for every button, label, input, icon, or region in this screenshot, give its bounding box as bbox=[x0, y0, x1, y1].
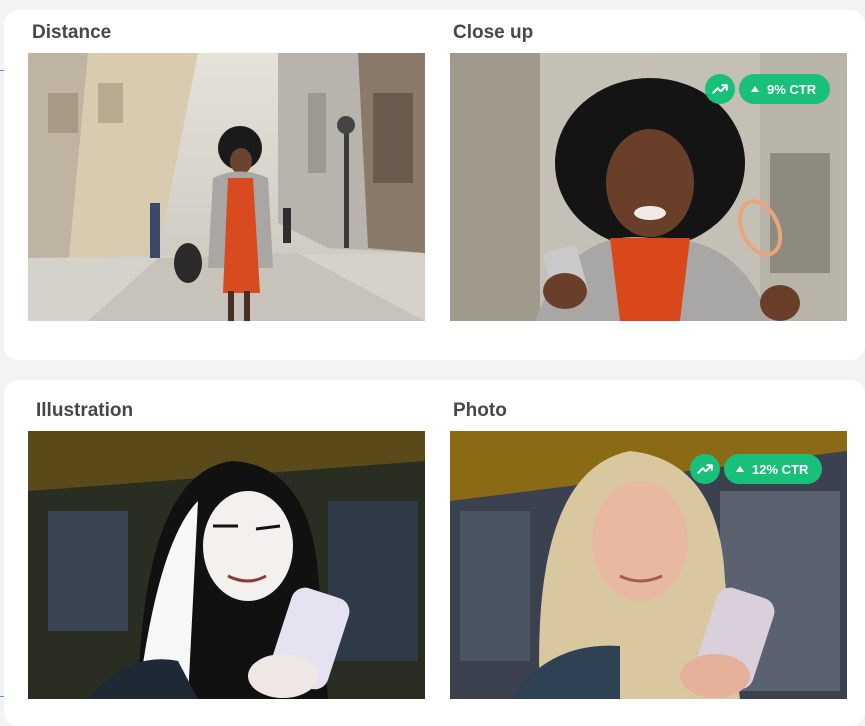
ctr-value: 9% CTR bbox=[767, 81, 817, 97]
illustration-image bbox=[28, 431, 425, 699]
variant-label-photo: Photo bbox=[453, 400, 507, 421]
trending-up-icon bbox=[705, 74, 735, 104]
distance-photo bbox=[28, 53, 425, 321]
ctr-pill: 12% CTR bbox=[724, 454, 823, 484]
variant-label-distance: Distance bbox=[32, 22, 112, 43]
ctr-badge-photo: 12% CTR bbox=[690, 454, 823, 484]
comparison-card-distance-closeup: Distance Close up 9% CTR bbox=[4, 10, 865, 360]
trending-up-icon bbox=[690, 454, 720, 484]
comparison-card-illustration-photo: Illustration Photo 12% CTR bbox=[4, 380, 865, 726]
caret-up-icon bbox=[736, 466, 744, 472]
ctr-value: 12% CTR bbox=[752, 461, 809, 477]
ctr-pill: 9% CTR bbox=[739, 74, 831, 104]
variant-label-illustration: Illustration bbox=[36, 400, 134, 421]
variant-label-closeup: Close up bbox=[453, 22, 534, 43]
caret-up-icon bbox=[751, 86, 759, 92]
illustration-scene bbox=[28, 431, 425, 699]
street-scene-image bbox=[28, 53, 425, 321]
ctr-badge-closeup: 9% CTR bbox=[705, 74, 831, 104]
